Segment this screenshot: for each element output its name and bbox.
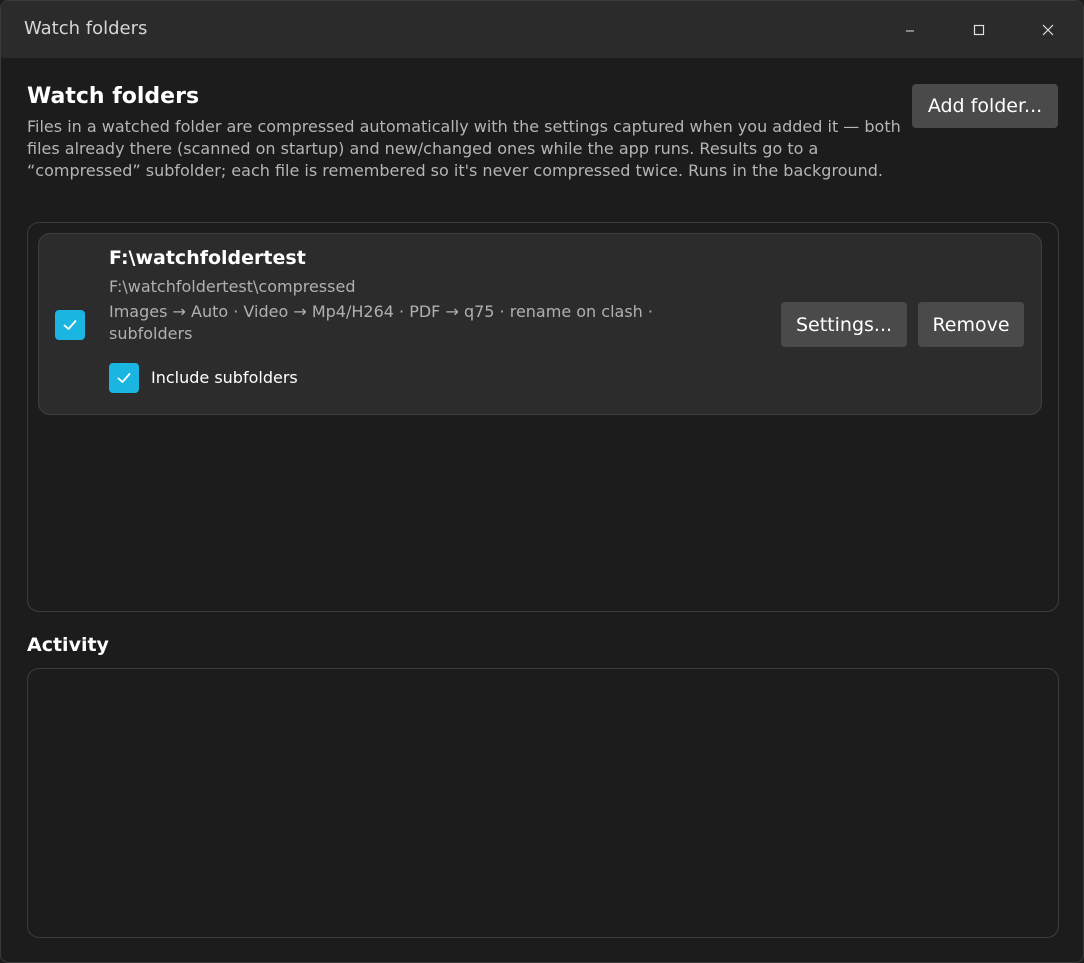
minimize-icon <box>906 30 914 31</box>
folder-output-path: F:\watchfoldertest\compressed <box>109 277 356 296</box>
include-subfolders-checkbox[interactable] <box>109 363 139 393</box>
maximize-button[interactable] <box>945 1 1013 58</box>
folder-enabled-checkbox[interactable] <box>55 310 85 340</box>
activity-heading: Activity <box>27 634 109 656</box>
page-description: Files in a watched folder are compressed… <box>27 117 901 180</box>
watch-folders-window: Watch folders Watch folders Files in a w… <box>0 0 1084 963</box>
add-folder-button[interactable]: Add folder... <box>912 84 1058 128</box>
close-button[interactable] <box>1014 1 1082 58</box>
folder-settings-button[interactable]: Settings... <box>781 302 907 347</box>
close-icon <box>1042 24 1054 35</box>
window-title: Watch folders <box>24 18 148 39</box>
activity-log[interactable] <box>27 668 1059 938</box>
page-title: Watch folders <box>27 84 200 109</box>
minimize-button[interactable] <box>876 1 944 58</box>
title-bar[interactable]: Watch folders <box>1 1 1083 58</box>
remove-folder-button[interactable]: Remove <box>918 302 1024 347</box>
folder-path: F:\watchfoldertest <box>109 247 306 269</box>
folder-settings-summary: Images → Auto · Video → Mp4/H264 · PDF →… <box>109 302 653 343</box>
checkmark-icon <box>63 320 77 330</box>
maximize-icon <box>973 24 985 35</box>
checkmark-icon <box>117 373 131 383</box>
include-subfolders-label[interactable]: Include subfolders <box>151 368 298 387</box>
